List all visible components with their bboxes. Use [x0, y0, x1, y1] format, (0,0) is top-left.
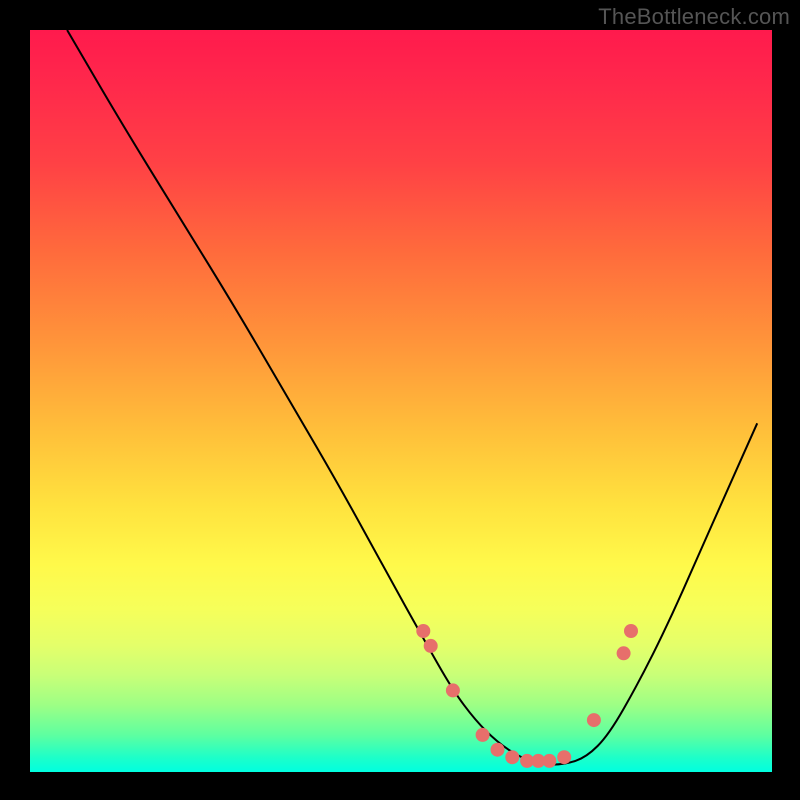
sweet-spot-dot [416, 624, 430, 638]
sweet-spot-dots [416, 624, 638, 768]
sweet-spot-dot [587, 713, 601, 727]
sweet-spot-dot [476, 728, 490, 742]
sweet-spot-dot [491, 743, 505, 757]
sweet-spot-dot [542, 754, 556, 768]
sweet-spot-dot [624, 624, 638, 638]
sweet-spot-dot [446, 683, 460, 697]
curve-svg [30, 30, 772, 772]
plot-area [30, 30, 772, 772]
bottleneck-curve [67, 30, 757, 765]
chart-frame: TheBottleneck.com [0, 0, 800, 800]
sweet-spot-dot [424, 639, 438, 653]
sweet-spot-dot [617, 646, 631, 660]
watermark-text: TheBottleneck.com [598, 4, 790, 30]
sweet-spot-dot [557, 750, 571, 764]
sweet-spot-dot [505, 750, 519, 764]
